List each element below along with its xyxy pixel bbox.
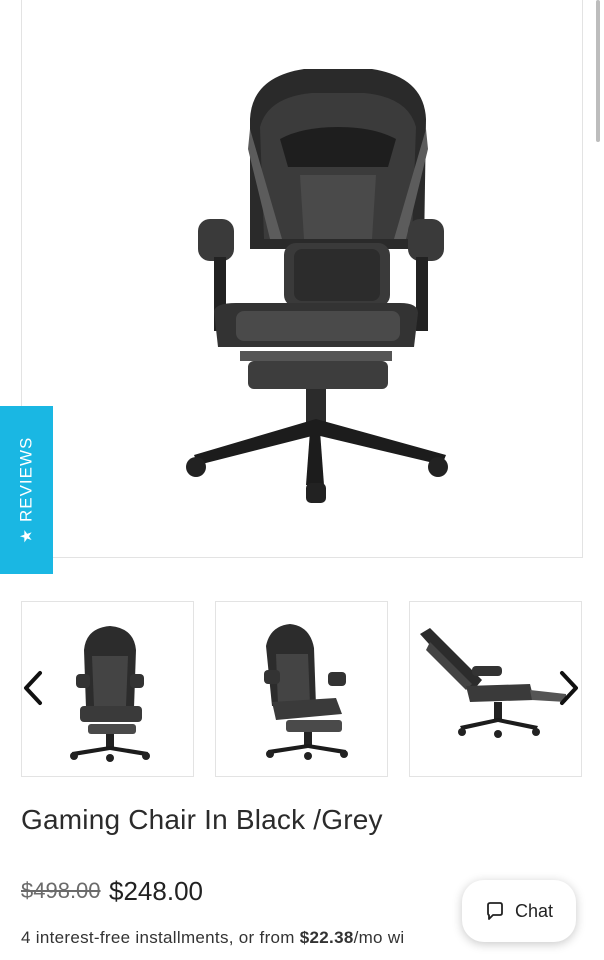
star-icon: ★	[18, 528, 36, 544]
sale-price: $248.00	[109, 876, 203, 906]
scrollbar-thumb[interactable]	[596, 0, 600, 142]
chat-button[interactable]: Chat	[462, 880, 576, 942]
original-price: $498.00	[21, 878, 101, 903]
gaming-chair-illustration	[186, 69, 448, 503]
thumbnail-2[interactable]	[215, 601, 388, 777]
gallery-next-button[interactable]	[554, 668, 584, 708]
installments-prefix: 4 interest-free installments, or from	[21, 928, 300, 947]
chevron-right-icon	[560, 671, 578, 705]
chat-bubble-icon	[487, 902, 503, 920]
chat-label: Chat	[514, 900, 554, 921]
installments-amount: $22.38	[299, 928, 354, 947]
installments-info: 4 interest-free installments, or from $2…	[21, 928, 405, 948]
gaming-chair-thumbnail-angle	[264, 624, 348, 760]
chevron-left-icon	[24, 671, 42, 705]
installments-suffix: /mo wi	[353, 928, 405, 947]
gallery-prev-button[interactable]	[18, 668, 48, 708]
reviews-tab[interactable]: ★ REVIEWS	[0, 406, 53, 574]
reviews-tab-label: REVIEWS	[16, 436, 36, 523]
product-title: Gaming Chair In Black /Grey	[21, 804, 383, 835]
main-product-image[interactable]	[21, 0, 583, 558]
